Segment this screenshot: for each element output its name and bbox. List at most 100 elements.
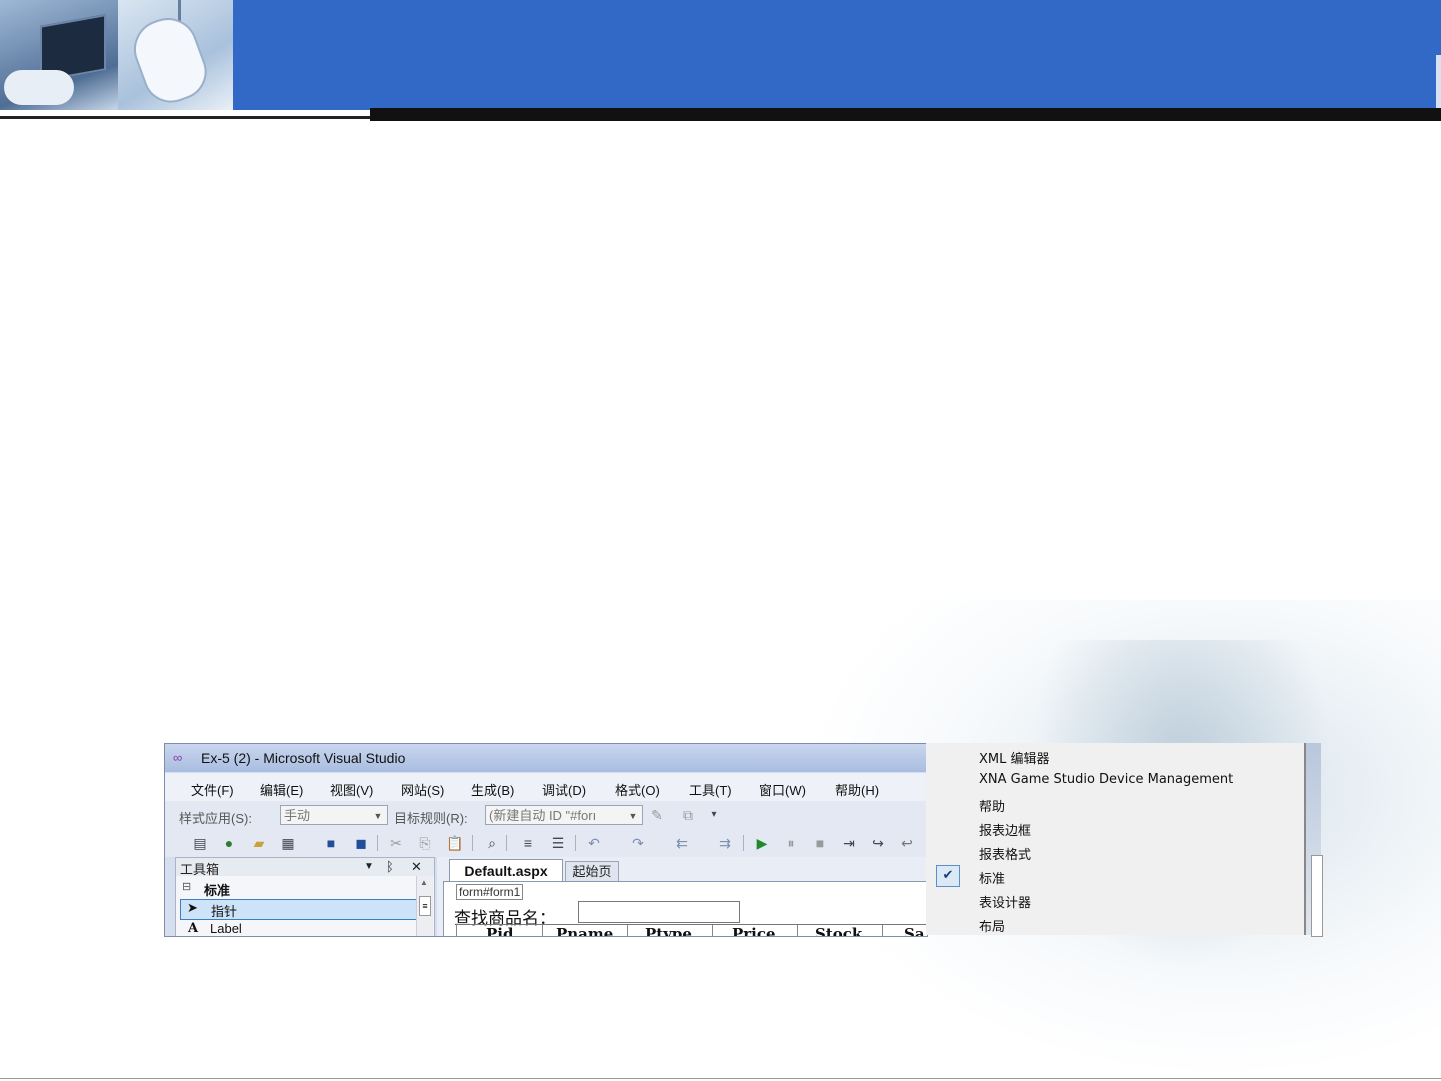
- grid-divider: [456, 925, 457, 936]
- undo-icon[interactable]: ↶: [585, 834, 603, 852]
- design-surface: form#form1 查找商品名： Pid Pname Ptype Price …: [443, 881, 927, 937]
- collapse-icon: ⊟: [182, 881, 192, 893]
- menu-website[interactable]: 网站(S): [401, 780, 444, 799]
- grid-divider: [712, 925, 713, 936]
- scroll-thumb[interactable]: ≡: [419, 896, 431, 916]
- pause-icon[interactable]: ⏸: [782, 834, 800, 852]
- mouse-shape: [125, 9, 215, 110]
- menu-item-xml-editor[interactable]: XML 编辑器: [979, 748, 1050, 767]
- toolbar-overflow-icon[interactable]: ▾: [705, 806, 723, 824]
- menu-tools[interactable]: 工具(T): [689, 780, 732, 799]
- menu-window[interactable]: 窗口(W): [759, 780, 806, 799]
- toolbox-item-label-control[interactable]: A Label: [180, 920, 416, 936]
- toolbox-group-standard[interactable]: ⊟ 标准: [180, 879, 416, 898]
- toolbar-separator: [743, 835, 744, 851]
- grid-divider: [627, 925, 628, 936]
- menu-item-standard[interactable]: 标准: [979, 868, 1005, 887]
- header-photo: [0, 0, 233, 110]
- vs-window: ∞ Ex-5 (2) - Microsoft Visual Studio 文件(…: [164, 743, 928, 937]
- header-black-bar: [370, 108, 1441, 121]
- toolbox-title: 工具箱: [180, 862, 220, 877]
- toolbars-context-menu: XML 编辑器 XNA Game Studio Device Managemen…: [968, 743, 1306, 935]
- menu-debug[interactable]: 调试(D): [542, 780, 586, 799]
- form-tag[interactable]: form#form1: [456, 884, 524, 900]
- indent-icon[interactable]: ≡: [519, 834, 537, 852]
- cut-icon[interactable]: ✂: [387, 834, 405, 852]
- menu-help[interactable]: 帮助(H): [835, 780, 879, 799]
- style-edit-icon[interactable]: ✎: [648, 806, 666, 824]
- toolbox-dropdown-icon[interactable]: ▼: [364, 861, 374, 872]
- mouse-photo: [118, 0, 233, 110]
- footer-line: [0, 1078, 1441, 1079]
- menu-item-xna-device-management[interactable]: XNA Game Studio Device Management: [979, 772, 1233, 787]
- toolbox-item-pointer[interactable]: ➤ 指针: [180, 899, 418, 920]
- new-project-icon[interactable]: ▤: [191, 834, 209, 852]
- start-debug-icon[interactable]: ▶: [753, 834, 771, 852]
- header-edge: [1436, 55, 1441, 110]
- save-all-icon[interactable]: ◼: [352, 834, 370, 852]
- toolbar-separator: [506, 835, 507, 851]
- grid-divider: [882, 925, 883, 936]
- chevron-down-icon: ▼: [373, 811, 383, 821]
- laptop-photo: [0, 0, 118, 110]
- grid-divider: [797, 925, 798, 936]
- menu-edit[interactable]: 编辑(E): [260, 780, 303, 799]
- new-website-icon[interactable]: ●: [220, 834, 238, 852]
- grid-col-price: Price: [732, 925, 776, 937]
- menu-format[interactable]: 格式(O): [615, 780, 660, 799]
- chevron-down-icon: ▼: [628, 811, 638, 821]
- close-icon[interactable]: ✕: [411, 859, 422, 875]
- navigate-forward-icon[interactable]: ⇉: [716, 834, 734, 852]
- style-copy-icon[interactable]: ⧉: [679, 806, 697, 824]
- add-item-icon[interactable]: ▦: [279, 834, 297, 852]
- menu-item-table-designer[interactable]: 表设计器: [979, 892, 1031, 911]
- menu-item-layout[interactable]: 布局: [979, 916, 1005, 935]
- target-rule-value: (新建自动 ID "#forı: [489, 808, 597, 823]
- step-out-icon[interactable]: ↩: [898, 834, 916, 852]
- vs-titlebar: ∞ Ex-5 (2) - Microsoft Visual Studio: [165, 744, 927, 772]
- menu-file[interactable]: 文件(F): [191, 780, 234, 799]
- menu-build[interactable]: 生成(B): [471, 780, 514, 799]
- copy-icon[interactable]: ⎘: [416, 834, 434, 852]
- step-into-icon[interactable]: ⇥: [840, 834, 858, 852]
- hands-shape: [4, 70, 74, 105]
- menu-item-report-formatting[interactable]: 报表格式: [979, 844, 1031, 863]
- grid-col-sa: Sa: [904, 925, 925, 937]
- grid-col-ptype: Ptype: [645, 925, 692, 937]
- toolbox-item-label: Label: [210, 921, 242, 936]
- label-icon: A: [188, 921, 199, 936]
- tab-default-aspx[interactable]: Default.aspx: [449, 859, 563, 882]
- redo-icon[interactable]: ↷: [629, 834, 647, 852]
- stop-icon[interactable]: ■: [811, 834, 829, 852]
- step-over-icon[interactable]: ↪: [869, 834, 887, 852]
- outdent-icon[interactable]: ☰: [549, 834, 567, 852]
- grid-col-stock: Stock: [815, 925, 863, 937]
- right-panel-edge: [1311, 855, 1323, 937]
- toolbox-item-label: 指针: [211, 904, 238, 919]
- pin-icon[interactable]: ᛒ: [386, 859, 394, 874]
- open-folder-icon[interactable]: ▰: [250, 834, 268, 852]
- menu-view[interactable]: 视图(V): [330, 780, 373, 799]
- editor-area: Default.aspx 起始页 form#form1 查找商品名： Pid P…: [437, 857, 927, 936]
- grid-col-pid: Pid: [486, 925, 514, 937]
- scroll-up-icon[interactable]: ▲: [420, 878, 428, 887]
- find-icon[interactable]: ⌕: [483, 834, 501, 852]
- style-apply-select[interactable]: 手动 ▼: [280, 805, 388, 825]
- grid-divider: [542, 925, 543, 936]
- target-rule-label: 目标规则(R):: [394, 811, 468, 826]
- style-apply-value: 手动: [284, 808, 311, 823]
- tab-start-page[interactable]: 起始页: [565, 861, 619, 882]
- save-icon[interactable]: ■: [322, 834, 340, 852]
- toolbox-scrollbar[interactable]: ▲ ≡: [416, 876, 433, 936]
- menu-item-help[interactable]: 帮助: [979, 796, 1005, 815]
- toolbox-panel: 工具箱 ▼ ᛒ ✕ ⊟ 标准 ➤ 指针 A Label ▲ ≡: [175, 857, 435, 936]
- header-band: [233, 0, 1441, 110]
- standard-toolbar: ▤ ● ▰ ▦ ■ ◼ ✂ ⎘ 📋 ⌕ ≡ ☰ ↶ ↷ ⇇ ⇉ ▶ ⏸ ■ ⇥ …: [165, 829, 927, 857]
- find-product-input[interactable]: [578, 901, 740, 923]
- navigate-backward-icon[interactable]: ⇇: [673, 834, 691, 852]
- toolbar-separator: [377, 835, 378, 851]
- paste-icon[interactable]: 📋: [446, 834, 464, 852]
- vs-window-right-edge: [1306, 743, 1323, 937]
- target-rule-select[interactable]: (新建自动 ID "#forı ▼: [485, 805, 643, 825]
- menu-item-report-borders[interactable]: 报表边框: [979, 820, 1031, 839]
